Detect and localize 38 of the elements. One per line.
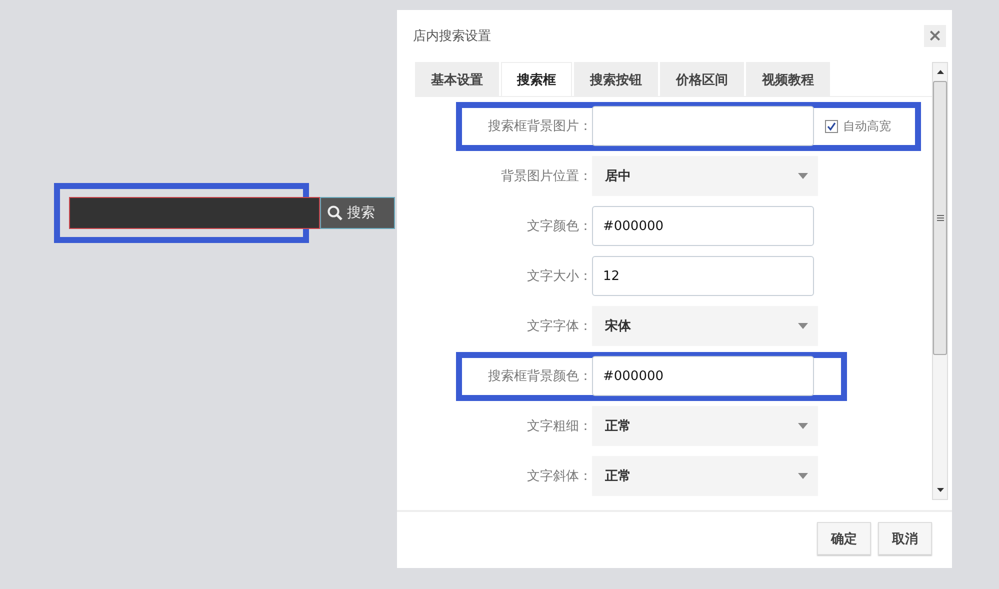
- field-label: 文字粗细：: [526, 418, 592, 435]
- field-label: 文字字体：: [526, 318, 592, 335]
- tab[interactable]: 搜索框: [501, 62, 572, 96]
- field-label: 文字大小：: [526, 268, 592, 285]
- grip-icon: [936, 215, 944, 221]
- dropdown[interactable]: 正常: [592, 406, 818, 446]
- scrollbar[interactable]: [932, 62, 948, 500]
- tab[interactable]: 价格区间: [660, 62, 744, 96]
- up-arrow-icon[interactable]: [936, 70, 944, 74]
- text-field[interactable]: #000000: [592, 206, 814, 246]
- down-arrow-icon[interactable]: [936, 488, 944, 492]
- text-field[interactable]: 12: [592, 256, 814, 296]
- checkbox-label: 自动高宽: [843, 118, 891, 134]
- field-label: 背景图片位置：: [500, 168, 592, 185]
- tab[interactable]: 搜索按钮: [574, 62, 658, 96]
- caret-icon: [798, 173, 808, 179]
- confirm-button[interactable]: 确定: [817, 522, 871, 555]
- field-label: 搜索框背景图片：: [487, 118, 592, 135]
- tab[interactable]: 视频教程: [746, 62, 830, 96]
- close-button[interactable]: ×: [924, 25, 946, 47]
- caret-icon: [798, 423, 808, 429]
- text-field[interactable]: [592, 106, 814, 146]
- dropdown[interactable]: 宋体: [592, 306, 818, 346]
- field-label: 搜索框背景颜色：: [487, 368, 592, 385]
- checkbox[interactable]: [825, 120, 838, 132]
- dropdown[interactable]: 正常: [592, 456, 818, 496]
- caret-icon: [798, 323, 808, 329]
- caret-icon: [798, 473, 808, 479]
- search-field[interactable]: [69, 197, 320, 229]
- field-label: 文字颜色：: [526, 218, 592, 235]
- dropdown[interactable]: 居中: [592, 156, 818, 196]
- tab[interactable]: 基本设置: [415, 62, 499, 96]
- cancel-button[interactable]: 取消: [878, 522, 932, 555]
- field-label: 文字斜体：: [526, 468, 592, 485]
- dialog-title: 店内搜索设置: [413, 28, 491, 45]
- text-field[interactable]: #000000: [592, 356, 814, 396]
- search-icon: [327, 205, 343, 221]
- search-button[interactable]: 搜索: [320, 197, 395, 229]
